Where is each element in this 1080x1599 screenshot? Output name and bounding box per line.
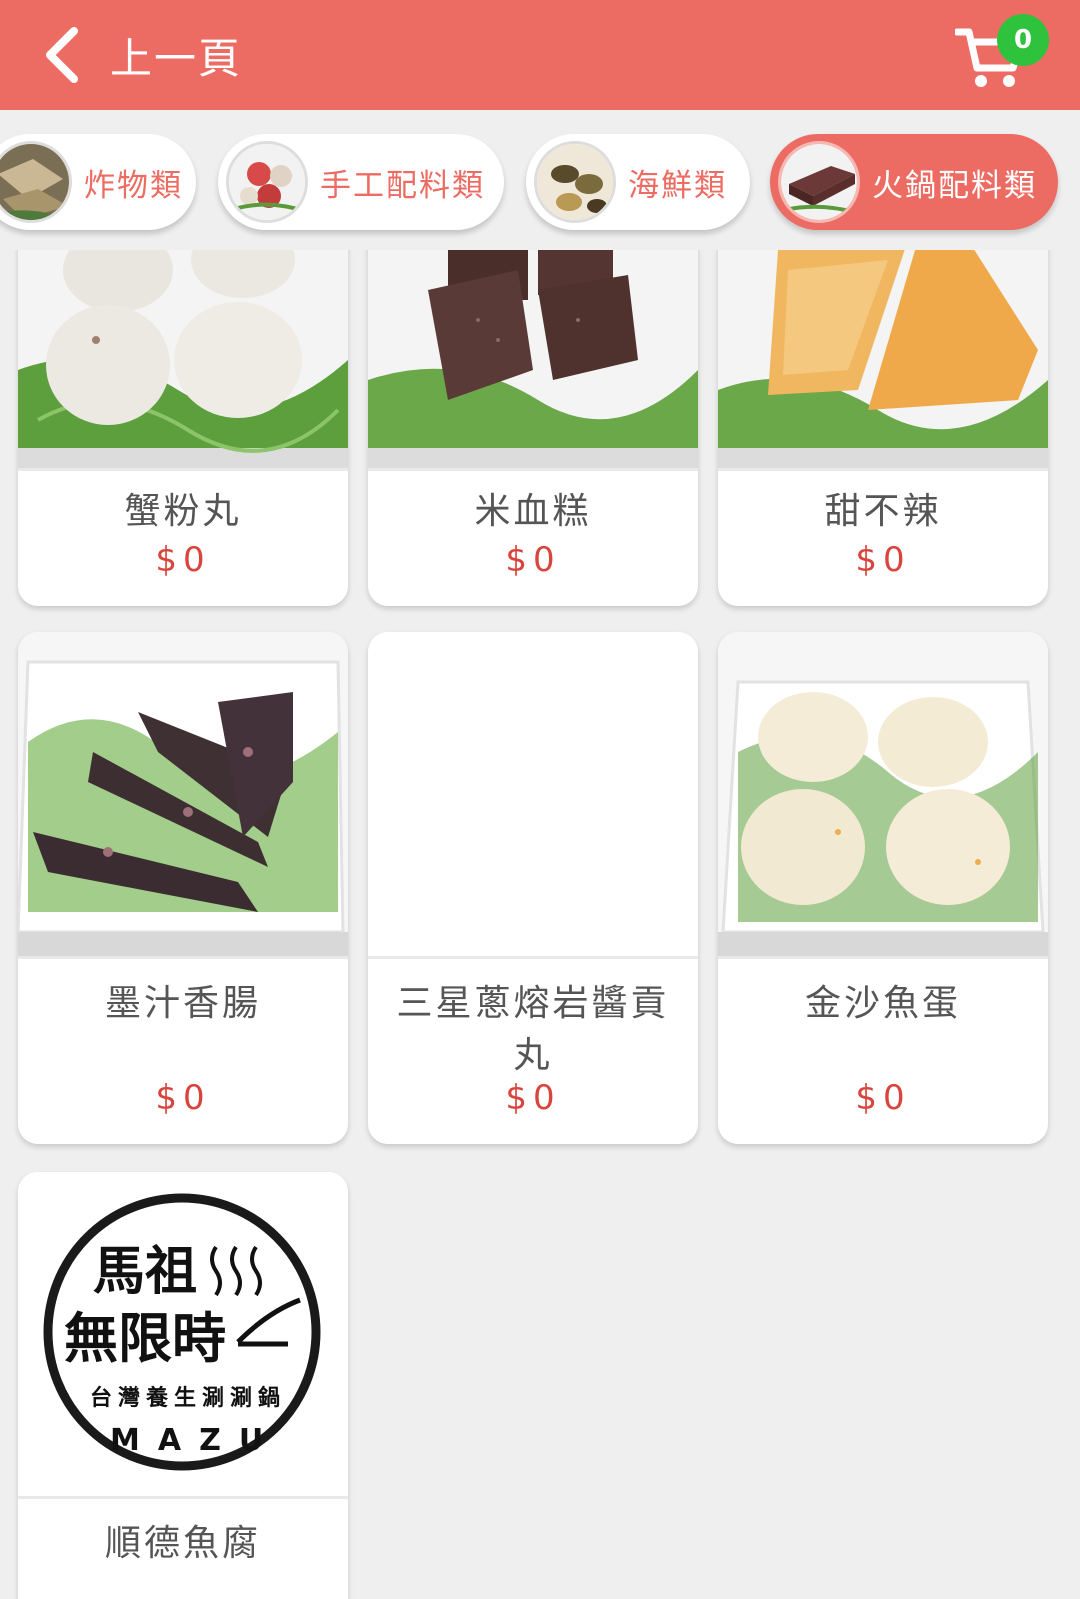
top-bar: 上一頁 0 xyxy=(0,0,1080,110)
product-image xyxy=(718,632,1048,956)
product-card[interactable]: 墨汁香腸 $0 xyxy=(18,632,348,1144)
back-label: 上一頁 xyxy=(110,33,243,83)
card-divider xyxy=(18,468,348,471)
product-card[interactable]: 三星蔥熔岩醬貢丸 $0 xyxy=(368,632,698,1144)
card-divider xyxy=(18,1496,348,1499)
card-divider xyxy=(18,956,348,959)
handmade-thumbnail xyxy=(226,141,308,223)
tab-label: 手工配料類 xyxy=(320,167,485,204)
card-divider xyxy=(368,468,698,471)
category-tabs: 炸物類 手工配料類 海鮮類 火鍋配料類 xyxy=(0,110,1080,250)
product-price: $0 xyxy=(855,540,911,580)
product-image xyxy=(718,250,1048,468)
logo-line1: 馬祖 xyxy=(93,1242,197,1302)
tab-seafood[interactable]: 海鮮類 xyxy=(526,134,750,230)
product-price: $0 xyxy=(155,540,211,580)
product-name: 甜不辣 xyxy=(824,491,942,532)
product-card[interactable]: 金沙魚蛋 $0 xyxy=(718,632,1048,1144)
product-price: $0 xyxy=(505,540,561,580)
logo-line3: 台灣養生涮涮鍋 xyxy=(90,1385,286,1411)
seafood-thumbnail xyxy=(534,141,616,223)
product-image xyxy=(18,632,348,956)
hotpot-ingredients-thumbnail xyxy=(778,141,860,223)
product-name: 蟹粉丸 xyxy=(124,491,242,532)
card-divider xyxy=(718,468,1048,471)
mazu-logo: 馬祖 無限時 台灣養生涮涮鍋 MAZU xyxy=(18,1172,348,1496)
tab-label: 火鍋配料類 xyxy=(872,167,1037,204)
product-card[interactable]: 米血糕 $0 xyxy=(368,250,698,606)
product-image-placeholder xyxy=(368,632,698,956)
product-name: 米血糕 xyxy=(474,491,592,532)
tab-label: 海鮮類 xyxy=(628,167,727,204)
product-card[interactable]: 蟹粉丸 $0 xyxy=(18,250,348,606)
product-name: 墨汁香腸 xyxy=(104,983,261,1024)
product-card[interactable]: 甜不辣 $0 xyxy=(718,250,1048,606)
product-price: $0 xyxy=(505,1078,561,1118)
product-name: 金沙魚蛋 xyxy=(804,983,961,1024)
cart-button[interactable]: 0 xyxy=(955,14,1065,100)
card-divider xyxy=(368,956,698,959)
product-name: 順德魚腐 xyxy=(104,1523,261,1564)
product-price: $0 xyxy=(855,1078,911,1118)
logo-line2: 無限時 xyxy=(64,1307,226,1370)
cart-count-badge: 0 xyxy=(997,14,1049,66)
back-button[interactable]: 上一頁 xyxy=(40,22,270,88)
logo-line4: MAZU xyxy=(110,1423,281,1458)
fried-food-thumbnail xyxy=(0,141,72,223)
product-image xyxy=(18,250,348,468)
tab-hotpot-ingredients[interactable]: 火鍋配料類 xyxy=(770,134,1058,230)
card-divider xyxy=(718,956,1048,959)
product-card[interactable]: 馬祖 無限時 台灣養生涮涮鍋 MAZU 順德魚腐 xyxy=(18,1172,348,1599)
chevron-left-icon xyxy=(46,27,78,83)
product-name: 三星蔥熔岩醬貢丸 xyxy=(396,983,670,1076)
product-price: $0 xyxy=(155,1078,211,1118)
tab-label: 炸物類 xyxy=(84,167,183,204)
product-image xyxy=(368,250,698,468)
tab-handmade[interactable]: 手工配料類 xyxy=(218,134,504,230)
product-grid: 蟹粉丸 $0 米血糕 $0 甜不辣 $0 墨汁香腸 $0 三星蔥熔岩醬貢丸 $0… xyxy=(0,250,1080,1599)
tab-fried-food[interactable]: 炸物類 xyxy=(0,134,196,230)
product-image: 馬祖 無限時 台灣養生涮涮鍋 MAZU xyxy=(18,1172,348,1496)
